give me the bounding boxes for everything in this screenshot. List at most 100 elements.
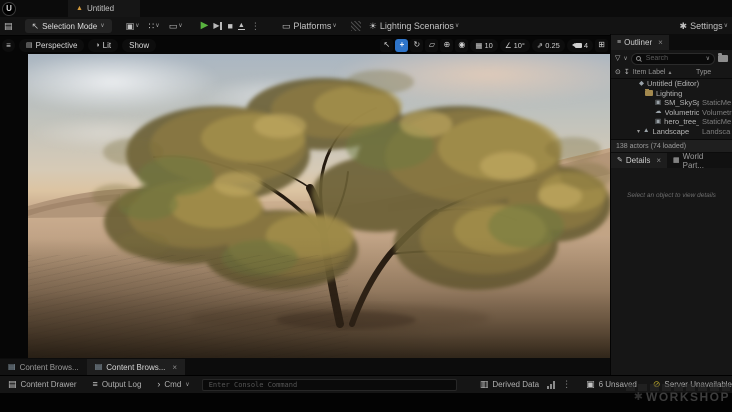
expander-icon[interactable]: ▾ <box>637 128 640 135</box>
console-command-input[interactable] <box>206 379 452 390</box>
content-drawer-button[interactable]: ▤ Content Drawer <box>0 376 85 393</box>
outliner-row-sm-skysphere[interactable]: ▣ SM_SkySphe StaticMe <box>611 98 732 108</box>
world-space-toggle[interactable]: ⊕ <box>440 38 454 52</box>
column-type[interactable]: Type <box>696 69 728 76</box>
tab-content-browser-1[interactable]: ▤ Content Brows... <box>0 359 87 375</box>
unreal-engine-logo-icon[interactable]: U <box>2 1 16 16</box>
view-mode-dropdown[interactable]: ◑ Lit <box>88 38 119 52</box>
world-partition-tab-label: World Part... <box>682 151 704 170</box>
derived-data-icon: ▥ <box>479 379 489 389</box>
selection-mode-dropdown[interactable]: ↖ Selection Mode ∨ <box>24 19 112 33</box>
settings-dropdown[interactable]: ✱ Settings ∨ <box>679 20 728 31</box>
pencil-icon: ✎ <box>617 157 623 164</box>
folder-add-icon[interactable] <box>718 53 728 62</box>
layers-icon: ▣ <box>586 379 595 389</box>
rotation-snap-control[interactable]: ∠ 10° <box>499 38 530 52</box>
chevron-down-icon: ∨ <box>100 23 105 29</box>
content-browser-tab-label: Content Brows... <box>19 362 79 372</box>
server-status-label: Server Unavailable <box>664 380 732 389</box>
outliner-icon: ≡ <box>617 39 622 46</box>
viewport-scene[interactable] <box>28 54 610 358</box>
grid-snap-value: 10 <box>484 40 493 50</box>
close-icon[interactable]: × <box>656 156 661 165</box>
move-tool-button[interactable]: + <box>395 38 409 52</box>
watermark-gear-icon: ✱ <box>633 391 643 404</box>
stop-button[interactable]: ■ <box>227 21 232 31</box>
scale-tool-button[interactable]: ▱ <box>425 38 439 52</box>
tab-world-partition[interactable]: ▦ World Part... <box>667 151 732 170</box>
console-command-box[interactable] <box>201 378 457 391</box>
content-drawer-label: Content Drawer <box>20 380 77 389</box>
select-tool-button[interactable]: ↖ <box>380 38 394 52</box>
bar-chart-icon[interactable] <box>547 380 556 389</box>
rotate-tool-button[interactable]: ↻ <box>410 38 424 52</box>
chevron-down-icon: ∨ <box>178 23 183 29</box>
outliner-search-row: ▽ ∨ ∨ <box>611 50 732 67</box>
item-label-text: Item Label <box>632 69 666 76</box>
column-item-label[interactable]: Item Label ▲ <box>633 69 693 76</box>
pin-icon[interactable]: ↧ <box>624 69 630 76</box>
outliner-row-untitled-editor[interactable]: ◆ Untitled (Editor) <box>611 79 732 89</box>
tab-details[interactable]: ✎ Details × <box>611 153 667 168</box>
chevron-down-icon: ∨ <box>155 23 160 29</box>
drawer-icon: ▤ <box>8 379 17 389</box>
scale-snap-control[interactable]: ⇗ 0.25 <box>531 38 565 52</box>
eye-icon[interactable]: ⊙ <box>615 69 621 76</box>
save-button[interactable]: ▤ <box>4 21 13 31</box>
derived-data-button[interactable]: ▥ Derived Data <box>472 376 547 393</box>
camera-speed-control[interactable]: 4 <box>566 38 593 52</box>
outliner-row-lighting[interactable]: Lighting <box>611 88 732 99</box>
tab-outliner[interactable]: ≡ Outliner × <box>611 35 669 50</box>
clapperboard-icon: ▭ <box>168 20 178 31</box>
outliner-footer: 138 actors (74 loaded) <box>611 139 732 152</box>
outliner-search-box[interactable]: ∨ <box>630 52 715 65</box>
viewport-options-button[interactable]: ≡ <box>2 38 15 52</box>
level-tab[interactable]: ▲ Untitled <box>68 0 141 17</box>
outliner-row-landscape[interactable]: ▾ ▲ Landscape Landsca <box>611 127 732 137</box>
unsaved-label: 6 Unsaved <box>598 380 637 389</box>
add-actor-button[interactable]: ▣ ∨ <box>126 21 140 31</box>
row-label: hero_tree_01a <box>664 117 699 127</box>
surface-snap-toggle[interactable]: ◉ <box>455 38 469 52</box>
maximize-viewport-button[interactable]: ⊞ <box>595 38 608 52</box>
details-empty-state: Select an object to view details <box>611 168 732 368</box>
unsaved-button[interactable]: ▣ 6 Unsaved <box>578 376 645 393</box>
row-label: Lighting <box>656 88 683 98</box>
search-input[interactable] <box>643 54 703 63</box>
blueprints-button[interactable]: ∷ ∨ <box>149 21 160 31</box>
scale-snap-value: 0.25 <box>545 40 560 50</box>
gear-icon: ✱ <box>679 20 688 31</box>
chevron-down-icon: ∨ <box>185 381 190 388</box>
close-icon[interactable]: × <box>172 363 177 372</box>
cmd-dropdown[interactable]: › Cmd ∨ <box>149 376 197 393</box>
outliner-row-volumetric-cloud[interactable]: ☁ VolumetricC Volumetr <box>611 108 732 118</box>
output-log-button[interactable]: ≡ Output Log <box>85 376 150 393</box>
show-dropdown[interactable]: Show <box>122 38 157 52</box>
level-tab-title: Untitled <box>86 4 115 13</box>
row-label: VolumetricC <box>664 107 700 117</box>
more-options-icon[interactable]: ⋮ <box>562 379 571 390</box>
chevron-down-icon: ∨ <box>723 23 728 29</box>
cursor-icon: ↖ <box>31 20 40 31</box>
platforms-label: Platforms <box>293 20 332 31</box>
filter-funnel-icon[interactable]: ▽ <box>615 55 620 62</box>
revision-control-status[interactable]: ⊘ Server Unavailable <box>645 376 732 393</box>
platforms-dropdown[interactable]: ▭ Platforms ∨ <box>282 20 337 31</box>
close-icon[interactable]: × <box>658 38 663 47</box>
details-tab-bar: ✎ Details × ▦ World Part... <box>611 151 732 170</box>
rotation-snap-value: 10° <box>513 40 525 50</box>
world-partition-icon: ▦ <box>673 157 680 164</box>
skip-frame-button[interactable]: ▶ <box>213 22 223 30</box>
tab-content-browser-2[interactable]: ▤ Content Brows... × <box>86 359 186 375</box>
landscape-icon: ▲ <box>643 127 650 134</box>
details-tab-label: Details <box>625 156 651 165</box>
eject-button[interactable]: ▲ <box>237 22 245 30</box>
play-options-button[interactable]: ⋮ <box>251 21 260 32</box>
show-label: Show <box>129 40 150 50</box>
grid-snap-control[interactable]: ▦ 10 <box>470 38 498 52</box>
play-button[interactable]: ▶ <box>201 21 209 31</box>
perspective-dropdown[interactable]: ▤ Perspective <box>19 38 85 52</box>
outliner-row-hero-tree[interactable]: ▣ hero_tree_01a StaticMe <box>611 117 732 127</box>
cinematics-button[interactable]: ▭ ∨ <box>168 20 183 31</box>
lighting-scenarios-dropdown[interactable]: ☀ Lighting Scenarios ∨ <box>369 21 460 31</box>
